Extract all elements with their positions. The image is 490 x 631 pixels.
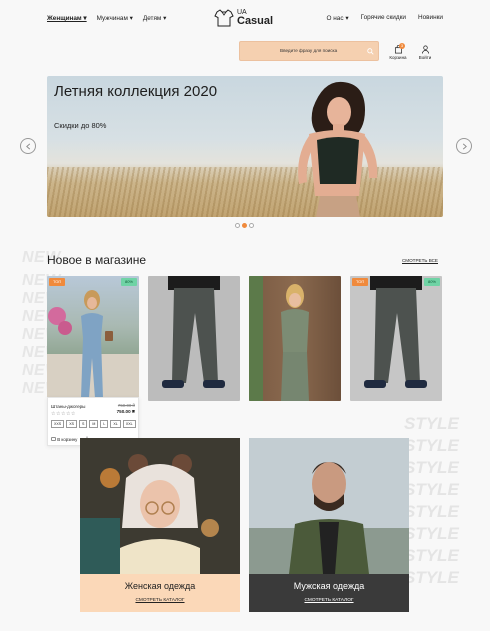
slide-dot-2[interactable] (242, 223, 247, 228)
add-to-cart-button[interactable]: В корзину (51, 436, 77, 442)
size-option[interactable]: M (89, 420, 99, 428)
product-name[interactable]: Штаны-джогеры (51, 404, 85, 409)
slide-dot-3[interactable] (249, 223, 254, 228)
bg-decor-word: STYLE (404, 546, 459, 565)
size-option[interactable]: XXL (122, 420, 136, 428)
hero-subtitle: Скидки до 80% (54, 121, 107, 130)
bag-icon (51, 437, 56, 441)
women-category-image (80, 438, 240, 574)
search-icon[interactable] (362, 42, 378, 60)
bg-decor-word: STYLE (404, 436, 459, 455)
nav-hot-deals[interactable]: Горячие скидки (361, 14, 406, 22)
brand-logo[interactable]: UA Casual (214, 8, 273, 28)
bg-decor-word: STYLE (404, 458, 459, 477)
search-input[interactable]: Введите фразу для поиска (280, 48, 337, 53)
product-image (364, 276, 427, 388)
nav-new-arrivals[interactable]: Новинки (418, 14, 443, 22)
product-image (162, 276, 225, 388)
cart-button[interactable]: 3 Корзина (388, 43, 408, 60)
bg-decor-word: STYLE (404, 568, 459, 587)
rating-stars[interactable]: ☆☆☆☆☆ (51, 411, 76, 417)
nav-left-menu: Женщинам ▾ Мужчинам ▾ Детям ▾ (47, 14, 166, 22)
chevron-right-icon (462, 143, 467, 149)
men-category-title: Мужская одежда (293, 581, 365, 591)
discount-badge: 80% (423, 278, 440, 286)
old-price: 750.00 ₴ (117, 403, 135, 408)
nav-right-menu: О нас ▾ Горячие скидки Новинки (327, 14, 443, 22)
search-bar[interactable]: Введите фразу для поиска (239, 41, 379, 61)
cart-label: Корзина (389, 55, 407, 60)
men-catalog-link[interactable]: СМОТРЕТЬ КАТАЛОГ (249, 598, 409, 603)
nav-about[interactable]: О нас ▾ (327, 14, 349, 22)
hero-pagination (235, 223, 254, 228)
product-card[interactable] (249, 276, 341, 401)
chevron-left-icon (25, 143, 30, 149)
size-option[interactable]: XXS (51, 420, 65, 428)
discount-badge: 80% (120, 278, 137, 286)
nav-men[interactable]: Мужчинам ▾ (97, 14, 133, 22)
size-option[interactable]: S (79, 420, 88, 428)
bg-decor-word: STYLE (404, 480, 459, 499)
product-card[interactable] (148, 276, 240, 401)
product-card[interactable]: ТОП 80% (350, 276, 442, 401)
top-navigation: Женщинам ▾ Мужчинам ▾ Детям ▾ UA Casual … (0, 0, 490, 36)
top-badge: ТОП (49, 278, 66, 286)
size-selector: XXS XS S M L XL XXL (51, 420, 136, 428)
hero-banner[interactable]: Летняя коллекция 2020 Скидки до 80% (47, 76, 443, 217)
shirt-logo-icon (214, 9, 234, 27)
logo-text-bottom: Casual (237, 15, 274, 27)
bg-decor-word: STYLE (404, 502, 459, 521)
slide-dot-1[interactable] (235, 223, 240, 228)
bg-decor-word: STYLE (404, 524, 459, 543)
hero-model-image (298, 81, 378, 217)
size-option[interactable]: XL (110, 420, 121, 428)
login-label: Войти (418, 55, 432, 60)
new-price: 750.00 ₴ (116, 409, 135, 414)
product-image (249, 276, 309, 401)
login-button[interactable]: Войти (416, 45, 434, 60)
see-all-link[interactable]: СМОТРЕТЬ ВСЕ (402, 258, 438, 263)
product-image (47, 290, 139, 401)
top-badge: ТОП (352, 278, 369, 286)
user-icon (421, 45, 429, 54)
cart-count-badge: 3 (399, 43, 405, 49)
add-to-cart-label: В корзину (57, 437, 78, 442)
women-category-card[interactable]: Женская одежда СМОТРЕТЬ КАТАЛОГ (80, 438, 240, 612)
size-option[interactable]: L (100, 420, 109, 428)
hero-title: Летняя коллекция 2020 (54, 83, 218, 100)
women-category-title: Женская одежда (124, 581, 196, 591)
women-catalog-link[interactable]: СМОТРЕТЬ КАТАЛОГ (80, 598, 240, 603)
hero-prev-button[interactable] (20, 138, 36, 154)
men-category-card[interactable]: Мужская одежда СМОТРЕТЬ КАТАЛОГ (249, 438, 409, 612)
product-card[interactable]: ТОП 80% (47, 276, 139, 401)
nav-women[interactable]: Женщинам ▾ (47, 14, 87, 22)
hero-next-button[interactable] (456, 138, 472, 154)
nav-kids[interactable]: Детям ▾ (143, 14, 166, 22)
section-title: Новое в магазине (47, 253, 147, 267)
men-category-image (249, 438, 409, 574)
size-option[interactable]: XS (66, 420, 77, 428)
bg-decor-word: STYLE (404, 414, 459, 433)
